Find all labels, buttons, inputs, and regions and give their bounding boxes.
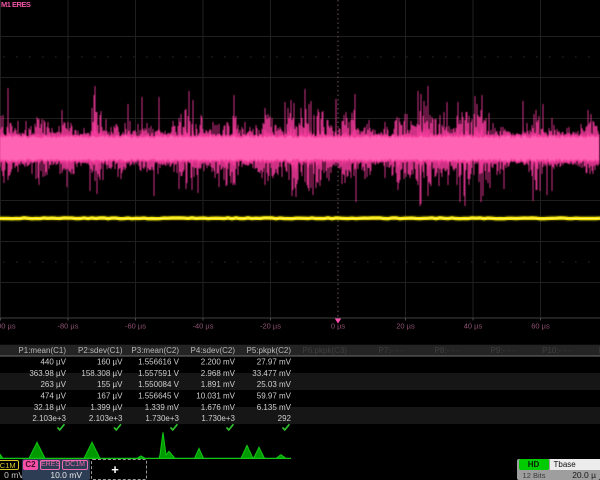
svg-text:1.339 mV: 1.339 mV <box>145 403 180 412</box>
svg-text:160 µV: 160 µV <box>97 358 123 367</box>
svg-text:P1:mean(C1): P1:mean(C1) <box>18 346 66 355</box>
svg-text:2.103e+3: 2.103e+3 <box>32 414 66 423</box>
svg-text:2.968 mV: 2.968 mV <box>201 369 236 378</box>
svg-text:1.557591 V: 1.557591 V <box>138 369 180 378</box>
svg-text:1.730e+3: 1.730e+3 <box>201 414 235 423</box>
svg-text:167 µV: 167 µV <box>97 392 123 401</box>
svg-text:1.550084 V: 1.550084 V <box>138 380 180 389</box>
svg-text:59.97 mV: 59.97 mV <box>257 392 292 401</box>
svg-text:1.556616 V: 1.556616 V <box>138 358 180 367</box>
svg-text:P10:- - -: P10:- - - <box>542 346 571 355</box>
svg-text:25.03 mV: 25.03 mV <box>257 380 292 389</box>
svg-text:-60 µs: -60 µs <box>125 322 146 331</box>
svg-text:1.891 mV: 1.891 mV <box>201 380 236 389</box>
svg-text:-20 µs: -20 µs <box>260 322 281 331</box>
svg-text:32.18 µV: 32.18 µV <box>34 403 67 412</box>
svg-text:10.031 mV: 10.031 mV <box>196 392 235 401</box>
svg-text:440 µV: 440 µV <box>40 358 66 367</box>
svg-text:363.98 µV: 363.98 µV <box>29 369 66 378</box>
svg-text:1.676 mV: 1.676 mV <box>201 403 236 412</box>
svg-text:1.556645 V: 1.556645 V <box>138 392 180 401</box>
svg-text:1.399 µV: 1.399 µV <box>90 403 123 412</box>
svg-text:6.135 mV: 6.135 mV <box>257 403 292 412</box>
svg-text:P2:sdev(C1): P2:sdev(C1) <box>78 346 123 355</box>
svg-text:20 µs: 20 µs <box>396 322 415 331</box>
svg-text:40 µs: 40 µs <box>464 322 483 331</box>
svg-text:60 µs: 60 µs <box>531 322 550 331</box>
svg-text:-80 µs: -80 µs <box>58 322 79 331</box>
svg-text:33.477 mV: 33.477 mV <box>252 369 291 378</box>
svg-text:P4:sdev(C2): P4:sdev(C2) <box>191 346 236 355</box>
svg-text:263 µV: 263 µV <box>40 380 66 389</box>
svg-text:158.308 µV: 158.308 µV <box>81 369 123 378</box>
svg-text:M1 ERES: M1 ERES <box>1 0 31 9</box>
svg-text:P6:pkpk(C3): P6:pkpk(C3) <box>303 346 348 355</box>
svg-text:1.730e+3: 1.730e+3 <box>145 414 179 423</box>
svg-text:-100 µs: -100 µs <box>0 322 16 331</box>
svg-text:292: 292 <box>278 414 292 423</box>
svg-text:P3:mean(C2): P3:mean(C2) <box>131 346 179 355</box>
svg-text:P8:- - -: P8:- - - <box>435 346 460 355</box>
svg-text:155 µV: 155 µV <box>97 380 123 389</box>
svg-text:P7:- - -: P7:- - - <box>379 346 404 355</box>
svg-text:P9:- - -: P9:- - - <box>491 346 516 355</box>
svg-text:2.103e+3: 2.103e+3 <box>89 414 123 423</box>
svg-text:474 µV: 474 µV <box>40 392 66 401</box>
svg-text:27.97 mV: 27.97 mV <box>257 358 292 367</box>
svg-text:2.200 mV: 2.200 mV <box>201 358 236 367</box>
svg-text:P5:pkpk(C2): P5:pkpk(C2) <box>247 346 292 355</box>
svg-text:-40 µs: -40 µs <box>193 322 214 331</box>
